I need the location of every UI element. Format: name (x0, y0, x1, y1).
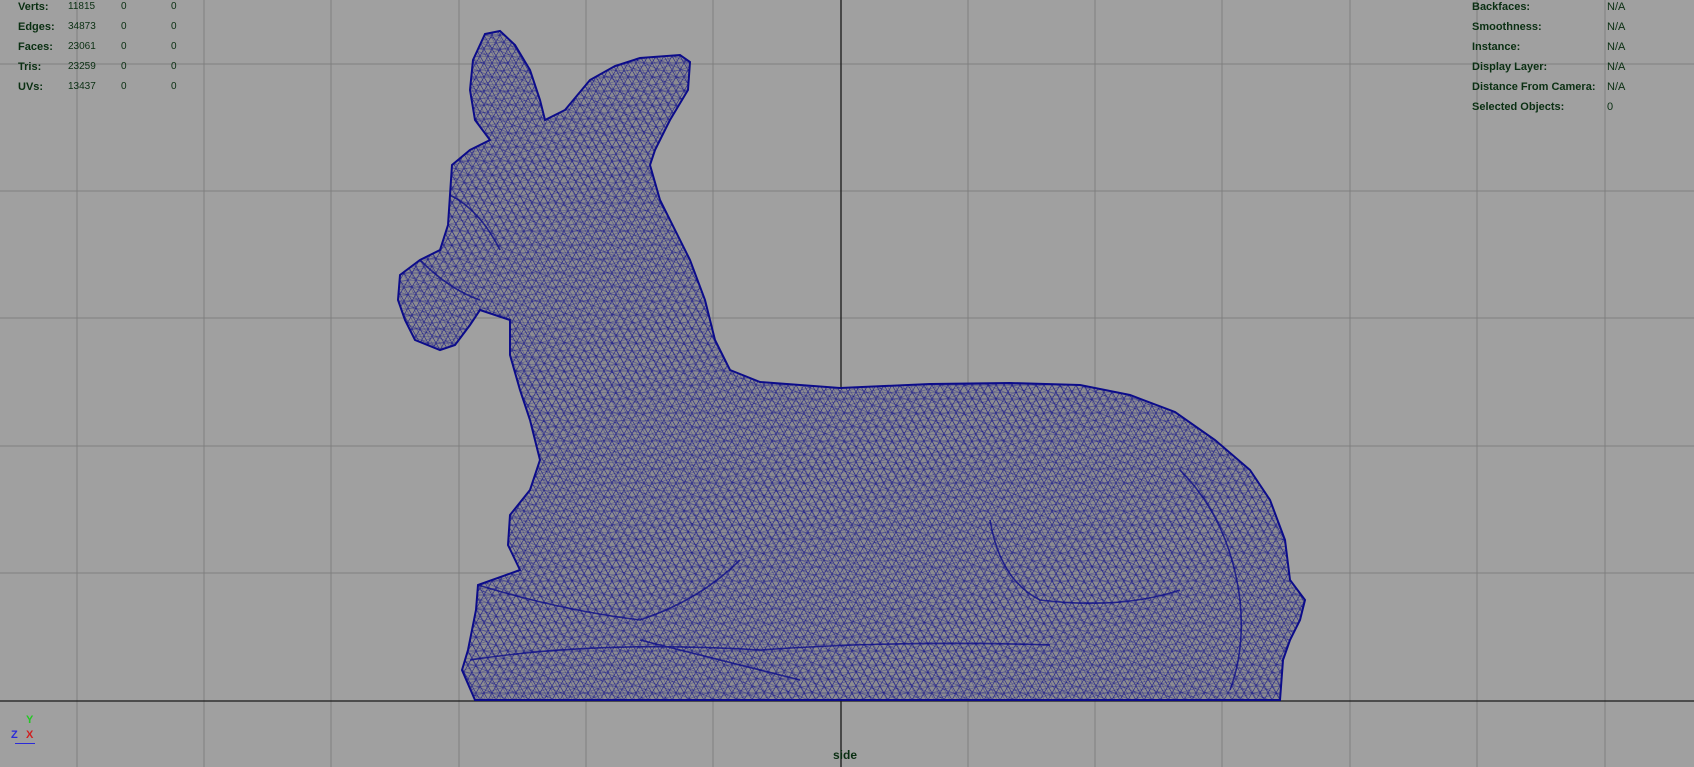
stat-row-faces: Faces: 23061 0 0 (18, 37, 201, 57)
axis-line (15, 743, 35, 744)
info-label: Smoothness: (1472, 21, 1542, 33)
info-label: Selected Objects: (1472, 101, 1565, 113)
stat-value-component: 0 (171, 21, 177, 32)
info-label: Display Layer: (1472, 61, 1548, 73)
stat-label: Faces: (18, 41, 53, 53)
info-row-display-layer: Display Layer: N/A (1472, 57, 1625, 77)
stat-value: 34873 (68, 21, 96, 32)
info-row-selected-objects: Selected Objects: 0 (1472, 97, 1625, 117)
info-value: 0 (1607, 101, 1614, 113)
stat-value-selected: 0 (121, 61, 127, 72)
stat-label: Verts: (18, 1, 49, 13)
poly-count-hud: Verts: 11815 0 0 Edges: 34873 0 0 Faces:… (18, 0, 201, 97)
stat-row-uvs: UVs: 13437 0 0 (18, 77, 201, 97)
stat-label: Tris: (18, 61, 42, 73)
stat-value-component: 0 (171, 81, 177, 92)
axis-y-label: Y (26, 714, 34, 726)
axis-x-label: X (26, 729, 34, 741)
stat-value: 23061 (68, 41, 96, 52)
info-label: Instance: (1472, 41, 1521, 53)
info-label: Distance From Camera: (1472, 81, 1596, 93)
info-row-instance: Instance: N/A (1472, 37, 1625, 57)
info-row-smoothness: Smoothness: N/A (1472, 17, 1625, 37)
stat-value-component: 0 (171, 41, 177, 52)
info-value: N/A (1607, 61, 1626, 73)
stat-value-selected: 0 (121, 1, 127, 12)
donkey-mesh[interactable] (396, 29, 1307, 701)
stat-value-selected: 0 (121, 81, 127, 92)
info-value: N/A (1607, 81, 1626, 93)
stat-value-component: 0 (171, 1, 177, 12)
info-row-backfaces: Backfaces: N/A (1472, 0, 1625, 17)
modeling-viewport[interactable]: Verts: 11815 0 0 Edges: 34873 0 0 Faces:… (0, 0, 1694, 767)
object-info-hud: Backfaces: N/A Smoothness: N/A Instance:… (1472, 0, 1625, 117)
stat-value: 23259 (68, 61, 96, 72)
stat-label: Edges: (18, 21, 55, 33)
stat-value-selected: 0 (121, 21, 127, 32)
camera-name-label: side (833, 748, 858, 762)
stat-label: UVs: (18, 81, 44, 93)
axis-z-label: Z (11, 729, 18, 741)
info-value: N/A (1607, 41, 1626, 53)
info-label: Backfaces: (1472, 1, 1531, 13)
info-value: N/A (1607, 1, 1626, 13)
info-value: N/A (1607, 21, 1626, 33)
stat-value: 11815 (68, 1, 96, 12)
info-row-distance-from-camera: Distance From Camera: N/A (1472, 77, 1625, 97)
stat-value: 13437 (68, 81, 96, 92)
axis-orientation-icon: Y Z X (8, 712, 48, 752)
stat-row-verts: Verts: 11815 0 0 (18, 0, 201, 17)
viewport-grid (0, 0, 1694, 767)
stat-value-component: 0 (171, 61, 177, 72)
stat-row-edges: Edges: 34873 0 0 (18, 17, 201, 37)
stat-value-selected: 0 (121, 41, 127, 52)
stat-row-tris: Tris: 23259 0 0 (18, 57, 201, 77)
